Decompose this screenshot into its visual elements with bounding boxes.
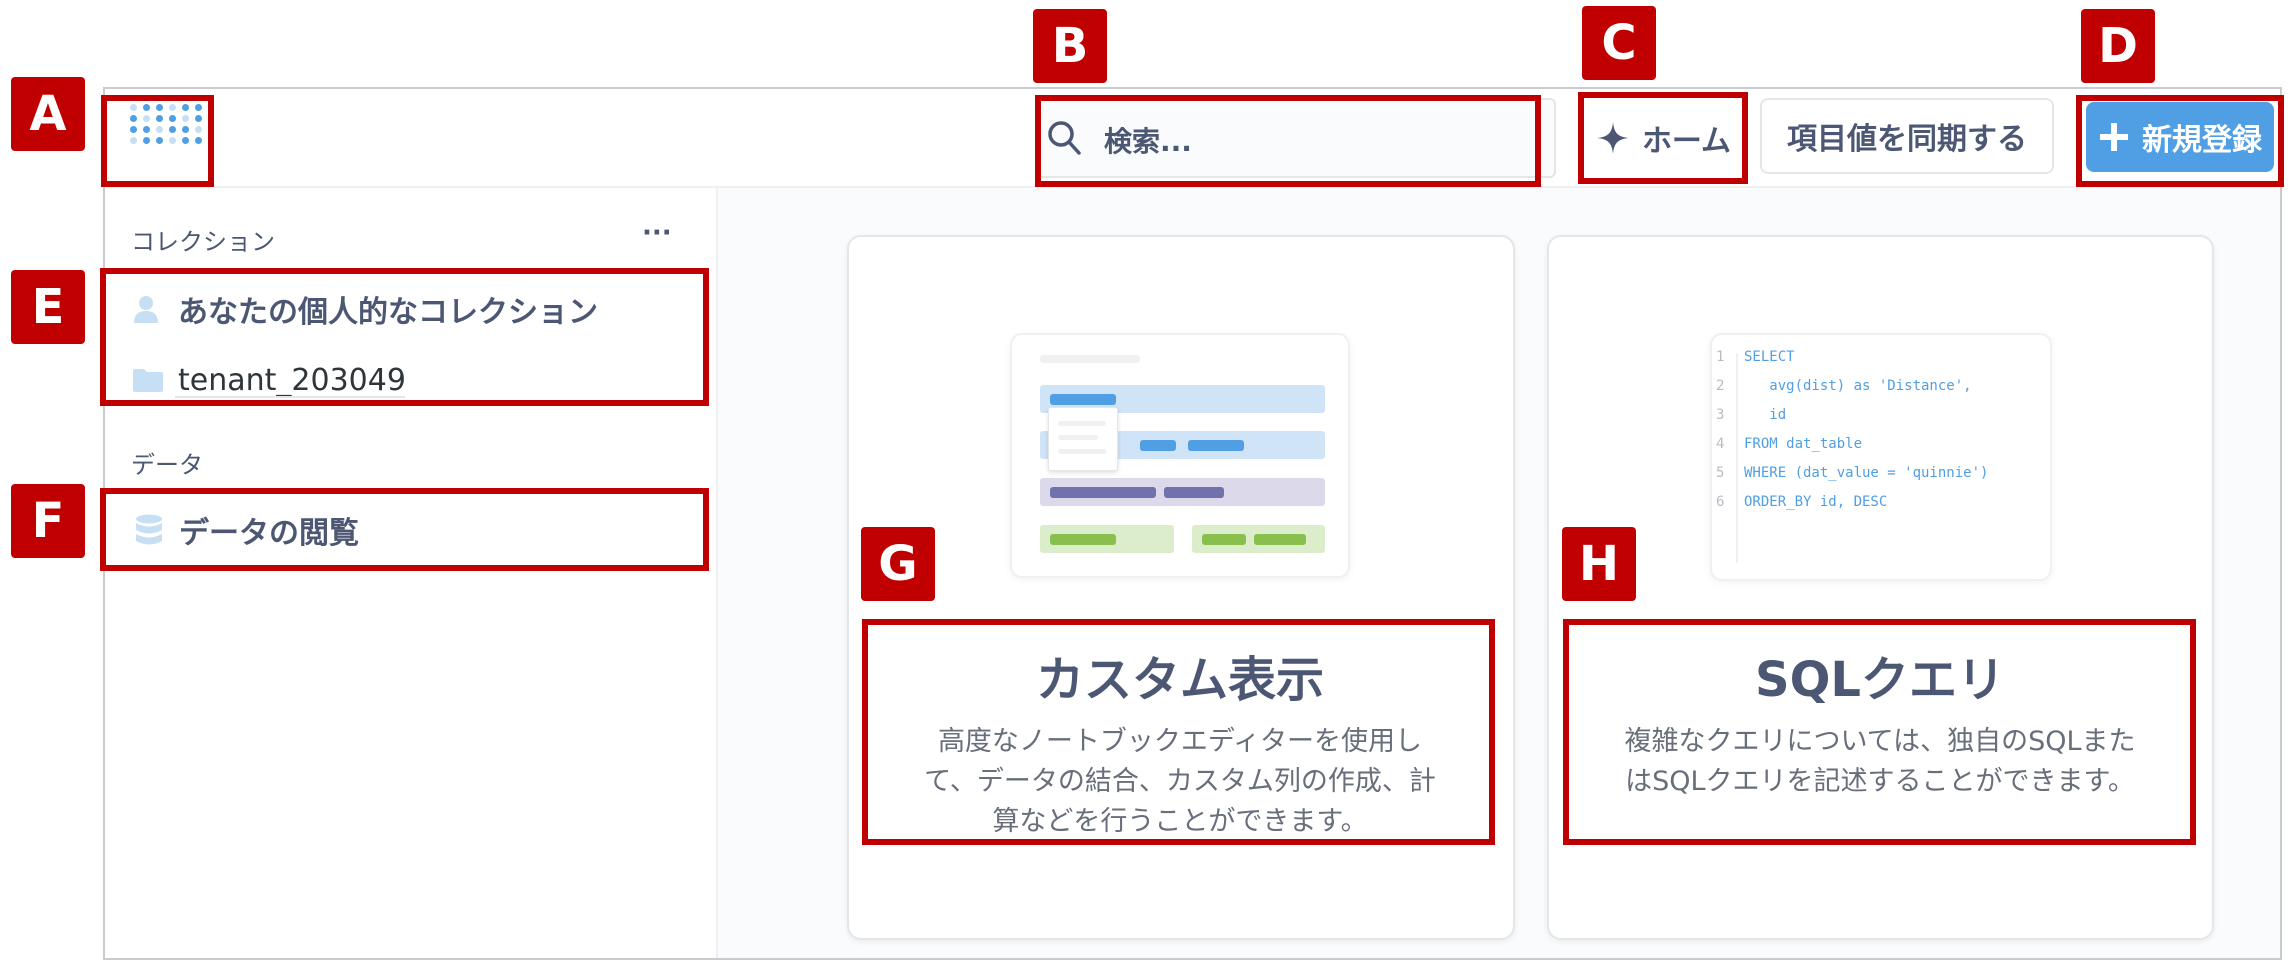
code-line-text: SELECT: [1744, 349, 1795, 365]
callout-box-g: [862, 619, 1495, 845]
code-line-number: 4: [1716, 436, 1725, 452]
callout-box-a: [101, 95, 214, 187]
code-line-number: 6: [1716, 494, 1725, 510]
sync-fields-button[interactable]: 項目値を同期する: [1760, 98, 2054, 174]
callout-box-b: [1035, 95, 1541, 187]
code-line-text: id: [1744, 407, 1787, 423]
callout-box-d: [2076, 95, 2284, 187]
sql-code-illustration: 1 SELECT 2 avg(dist) as 'Distance', 3 id 4 FR…: [1710, 333, 2052, 581]
code-line-text: FROM dat_table: [1744, 436, 1863, 452]
collections-more-button[interactable]: ···: [642, 218, 672, 248]
data-heading: データ: [131, 451, 203, 479]
callout-label-g: G: [861, 527, 935, 601]
code-line: 3 id: [1716, 401, 1988, 430]
code-line: 4 FROM dat_table: [1716, 430, 1988, 459]
sidebar-divider: [716, 188, 718, 958]
callout-box-h: [1563, 619, 2196, 845]
code-line-number: 1: [1716, 349, 1725, 365]
code-line: 6 ORDER_BY id, DESC: [1716, 488, 1988, 517]
code-line-number: 3: [1716, 407, 1725, 423]
notebook-illustration: [1010, 333, 1350, 578]
callout-label-f: F: [11, 484, 85, 558]
callout-label-a: A: [11, 77, 85, 151]
code-line: 1 SELECT: [1716, 343, 1988, 372]
callout-box-c: [1578, 92, 1748, 184]
code-line-text: ORDER_BY id, DESC: [1744, 494, 1888, 510]
callout-box-e: [100, 268, 709, 406]
collections-heading: コレクション: [131, 228, 275, 256]
callout-label-b: B: [1033, 9, 1107, 83]
sync-label: 項目値を同期する: [1787, 122, 2027, 157]
code-line-number: 5: [1716, 465, 1725, 481]
callout-label-c: C: [1582, 6, 1656, 80]
code-line-text: avg(dist) as 'Distance',: [1744, 378, 1972, 394]
callout-label-h: H: [1562, 527, 1636, 601]
callout-label-d: D: [2081, 9, 2155, 83]
sql-code-sample: 1 SELECT 2 avg(dist) as 'Distance', 3 id 4 FR…: [1716, 343, 1988, 517]
callout-box-f: [100, 488, 709, 571]
callout-label-e: E: [11, 270, 85, 344]
code-line-number: 2: [1716, 378, 1725, 394]
code-line-text: WHERE (dat_value = 'quinnie'): [1744, 465, 1989, 481]
code-line: 2 avg(dist) as 'Distance',: [1716, 372, 1988, 401]
code-line: 5 WHERE (dat_value = 'quinnie'): [1716, 459, 1988, 488]
